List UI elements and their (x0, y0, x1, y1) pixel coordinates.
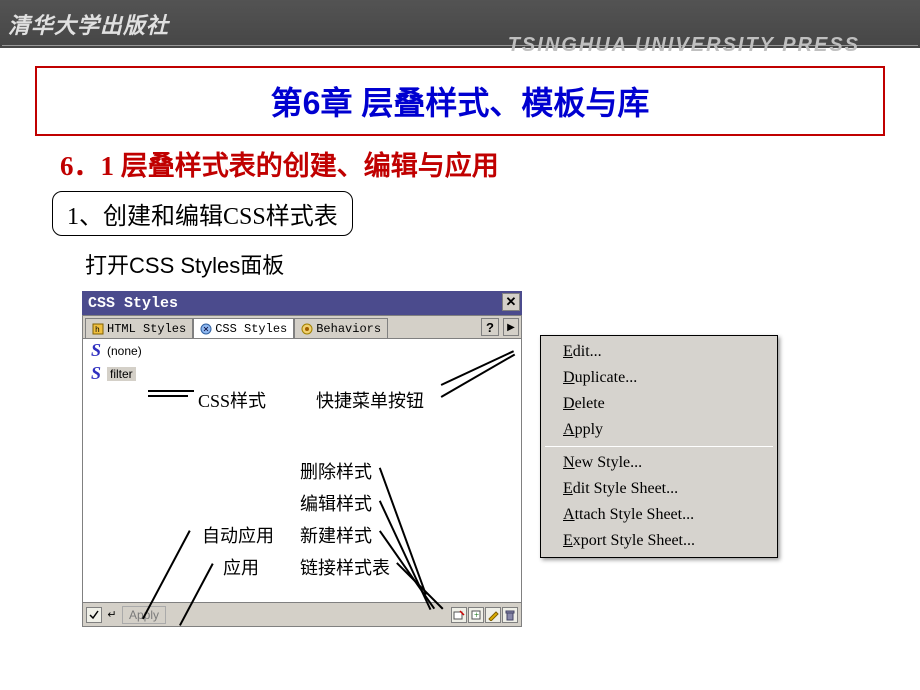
context-menu: Edit... Duplicate... Delete Apply New St… (540, 335, 778, 558)
menu-item-export-style-sheet[interactable]: Export Style Sheet... (543, 528, 775, 554)
sub-item-text: 1、创建和编辑CSS样式表 (67, 204, 338, 230)
menu-item-duplicate[interactable]: Duplicate... (543, 365, 775, 391)
menu-item-delete[interactable]: Delete (543, 391, 775, 417)
chapter-title: 第6章 层叠样式、模板与库 (37, 78, 883, 124)
style-item-filter[interactable]: S filter (83, 362, 521, 385)
arrow-icon[interactable]: ↵ (104, 607, 120, 623)
publisher-name-en: TSINGHUA UNIVERSITY PRESS (508, 34, 860, 57)
delete-style-button[interactable] (502, 607, 518, 623)
annotation-auto-apply: 自动应用 (202, 522, 274, 548)
annotation-delete-style: 删除样式 (300, 458, 372, 484)
style-glyph-icon: S (89, 363, 103, 384)
close-icon[interactable]: ✕ (502, 293, 520, 311)
svg-text:h: h (95, 326, 100, 335)
menu-item-edit[interactable]: Edit... (543, 339, 775, 365)
flyout-menu-button[interactable]: ▶ (503, 318, 519, 336)
auto-apply-checkbox[interactable] (86, 607, 102, 623)
new-style-button[interactable]: + (468, 607, 484, 623)
panel-title: CSS Styles (88, 295, 178, 312)
publisher-name-cn: 清华大学出版社 (8, 8, 169, 40)
edit-style-button[interactable] (485, 607, 501, 623)
annotation-new-style: 新建样式 (300, 522, 372, 548)
panel-tabs: h HTML Styles CSS Styles Behaviors ? ▶ (82, 315, 522, 339)
menu-item-edit-style-sheet[interactable]: Edit Style Sheet... (543, 476, 775, 502)
annotation-shortcut-btn: 快捷菜单按钮 (316, 387, 424, 413)
annotation-apply: 应用 (223, 554, 259, 580)
tab-css-styles[interactable]: CSS Styles (193, 318, 294, 338)
style-glyph-icon: S (89, 340, 103, 361)
section-title: 6．1 层叠样式表的创建、编辑与应用 (60, 144, 920, 183)
sub-item-box: 1、创建和编辑CSS样式表 (52, 191, 353, 236)
annotation-edit-style: 编辑样式 (300, 490, 372, 516)
help-icon[interactable]: ? (481, 318, 499, 336)
menu-item-attach-style-sheet[interactable]: Attach Style Sheet... (543, 502, 775, 528)
menu-item-new-style[interactable]: New Style... (543, 450, 775, 476)
css-styles-icon (200, 323, 212, 335)
annotation-link-sheet: 链接样式表 (300, 554, 390, 580)
chapter-title-box: 第6章 层叠样式、模板与库 (35, 66, 885, 136)
annotation-css-style: CSS样式 (198, 387, 266, 413)
style-item-none[interactable]: S (none) (83, 339, 521, 362)
menu-item-apply[interactable]: Apply (543, 417, 775, 443)
svg-text:+: + (474, 610, 479, 620)
behaviors-icon (301, 323, 313, 335)
tab-behaviors[interactable]: Behaviors (294, 318, 388, 338)
panel-titlebar[interactable]: CSS Styles ✕ (82, 291, 522, 315)
attach-stylesheet-button[interactable] (451, 607, 467, 623)
tab-html-styles[interactable]: h HTML Styles (85, 318, 193, 338)
menu-separator (545, 446, 773, 447)
sub-instruction: 打开CSS Styles面板 (85, 248, 920, 280)
html-styles-icon: h (92, 323, 104, 335)
